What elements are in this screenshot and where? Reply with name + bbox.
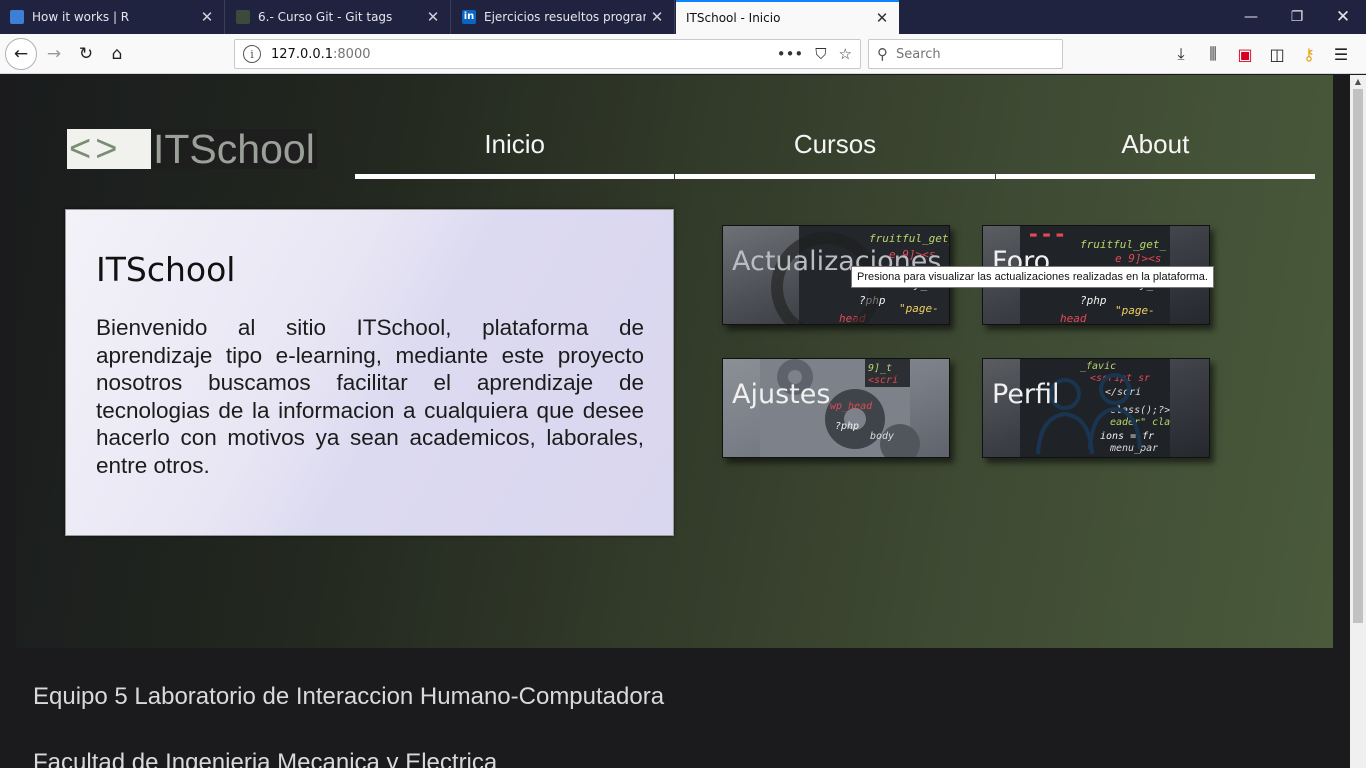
- pocket-icon[interactable]: ⛉: [815, 45, 826, 63]
- download-icon[interactable]: ⤓: [1165, 44, 1197, 64]
- svg-text:?php: ?php: [835, 421, 859, 432]
- tab-ejercicios[interactable]: in Ejercicios resueltos programaci ✕: [452, 0, 675, 34]
- pocket-list-icon[interactable]: ▣: [1229, 45, 1261, 64]
- scroll-up-icon[interactable]: ▲: [1350, 75, 1366, 89]
- svg-text:head: head: [1060, 312, 1087, 325]
- footer-faculty: Facultad de Ingenieria Mecanica y Electr…: [33, 749, 498, 768]
- home-icon[interactable]: ⌂: [101, 38, 133, 70]
- tab-strip: How it works | R ✕ 6.- Curso Git - Git t…: [0, 0, 1366, 34]
- tab-itschool-inicio[interactable]: ITSchool - Inicio ✕: [676, 0, 899, 34]
- tooltip: Presiona para visualizar las actualizaci…: [851, 266, 1214, 288]
- scrollbar-thumb[interactable]: [1353, 89, 1363, 623]
- tab-curso-git[interactable]: 6.- Curso Git - Git tags ✕: [226, 0, 451, 34]
- page-content: <> ITSchool Inicio Cursos About ITSchool…: [0, 75, 1350, 768]
- library-icon[interactable]: ⫼: [1197, 44, 1229, 64]
- close-window-icon[interactable]: ✕: [1320, 0, 1366, 34]
- svg-text:9]_t: 9]_t: [868, 363, 892, 374]
- card-title: ITSchool: [96, 250, 236, 289]
- svg-text:fruitful_get_: fruitful_get_: [1080, 238, 1166, 251]
- tab-how-it-works[interactable]: How it works | R ✕: [0, 0, 225, 34]
- svg-text:eader" cla: eader" cla: [1110, 417, 1170, 428]
- search-input[interactable]: ⚲ Search: [868, 39, 1063, 69]
- svg-text:"page-: "page-: [1115, 304, 1155, 317]
- page-scrollbar[interactable]: ▲: [1350, 75, 1366, 768]
- tile-perfil[interactable]: _favic <script sr </scri class();?> eade…: [982, 358, 1210, 458]
- svg-text:?php: ?php: [1080, 294, 1107, 307]
- svg-text:fruitful_get_: fruitful_get_: [869, 232, 949, 245]
- document-icon: [236, 10, 250, 24]
- nav-about[interactable]: About: [995, 123, 1315, 179]
- svg-text:_favic: _favic: [1080, 361, 1116, 372]
- shield-icon: [10, 10, 24, 24]
- tab-title: How it works | R: [32, 10, 130, 24]
- close-icon[interactable]: ✕: [646, 8, 668, 26]
- svg-text:body: body: [870, 431, 894, 442]
- nav-cursos[interactable]: Cursos: [675, 123, 995, 179]
- tile-label: Ajustes: [732, 379, 831, 410]
- forward-arrow-icon[interactable]: →: [38, 38, 70, 70]
- search-placeholder: Search: [896, 46, 941, 62]
- reload-icon[interactable]: ↻: [70, 38, 102, 70]
- svg-text:"page-: "page-: [899, 302, 939, 315]
- site-logo[interactable]: <> ITSchool: [67, 126, 317, 172]
- minimize-icon[interactable]: —: [1228, 0, 1274, 34]
- tile-label: Perfil: [992, 379, 1060, 410]
- svg-text:</scri: </scri: [1105, 387, 1141, 398]
- page-actions-icon[interactable]: •••: [777, 45, 804, 63]
- svg-text:▬ ▬ ▬: ▬ ▬ ▬: [1030, 228, 1063, 241]
- linkedin-icon: in: [462, 10, 476, 24]
- intro-card: ITSchool Bienvenido al sitio ITSchool, p…: [65, 209, 674, 536]
- close-icon[interactable]: ✕: [871, 9, 893, 27]
- restore-icon[interactable]: ❐: [1274, 0, 1320, 34]
- close-icon[interactable]: ✕: [422, 8, 444, 26]
- tab-title: Ejercicios resueltos programaci: [484, 10, 646, 24]
- info-icon[interactable]: i: [243, 45, 261, 63]
- bookmark-star-icon[interactable]: ☆: [839, 45, 852, 63]
- logo-brackets: <>: [67, 129, 151, 169]
- url-port: :8000: [333, 46, 371, 62]
- menu-icon[interactable]: ☰: [1325, 45, 1357, 64]
- sidebar-icon[interactable]: ◫: [1261, 45, 1293, 64]
- footer-team: Equipo 5 Laboratorio de Interaccion Huma…: [33, 683, 665, 710]
- svg-text:<scri: <scri: [868, 375, 898, 386]
- address-bar[interactable]: i 127.0.0.1:8000 ••• ⛉ ☆: [234, 39, 861, 69]
- main-nav: Inicio Cursos About: [355, 123, 1315, 179]
- tab-title: 6.- Curso Git - Git tags: [258, 10, 393, 24]
- svg-text:e 9]><s: e 9]><s: [1115, 252, 1161, 265]
- svg-text:menu_par: menu_par: [1109, 443, 1158, 454]
- svg-text:wp_head: wp_head: [830, 401, 873, 412]
- svg-text:ions = fr: ions = fr: [1100, 431, 1154, 442]
- url-host: 127.0.0.1: [271, 46, 334, 62]
- logo-name: ITSchool: [151, 126, 317, 172]
- key-icon[interactable]: ⚷: [1293, 45, 1325, 64]
- search-icon: ⚲: [877, 45, 888, 63]
- card-text: Bienvenido al sitio ITSchool, plataforma…: [96, 315, 644, 478]
- tab-title: ITSchool - Inicio: [686, 11, 781, 25]
- nav-inicio[interactable]: Inicio: [355, 123, 675, 179]
- back-arrow-icon[interactable]: ←: [5, 38, 37, 70]
- tile-ajustes[interactable]: 9]_t <scri ?php body wp_head Ajustes: [722, 358, 950, 458]
- navigation-toolbar: ← → ↻ ⌂ i 127.0.0.1:8000 ••• ⛉ ☆ ⚲ Searc…: [0, 34, 1366, 74]
- hero-section: <> ITSchool Inicio Cursos About ITSchool…: [16, 75, 1333, 648]
- close-icon[interactable]: ✕: [196, 8, 218, 26]
